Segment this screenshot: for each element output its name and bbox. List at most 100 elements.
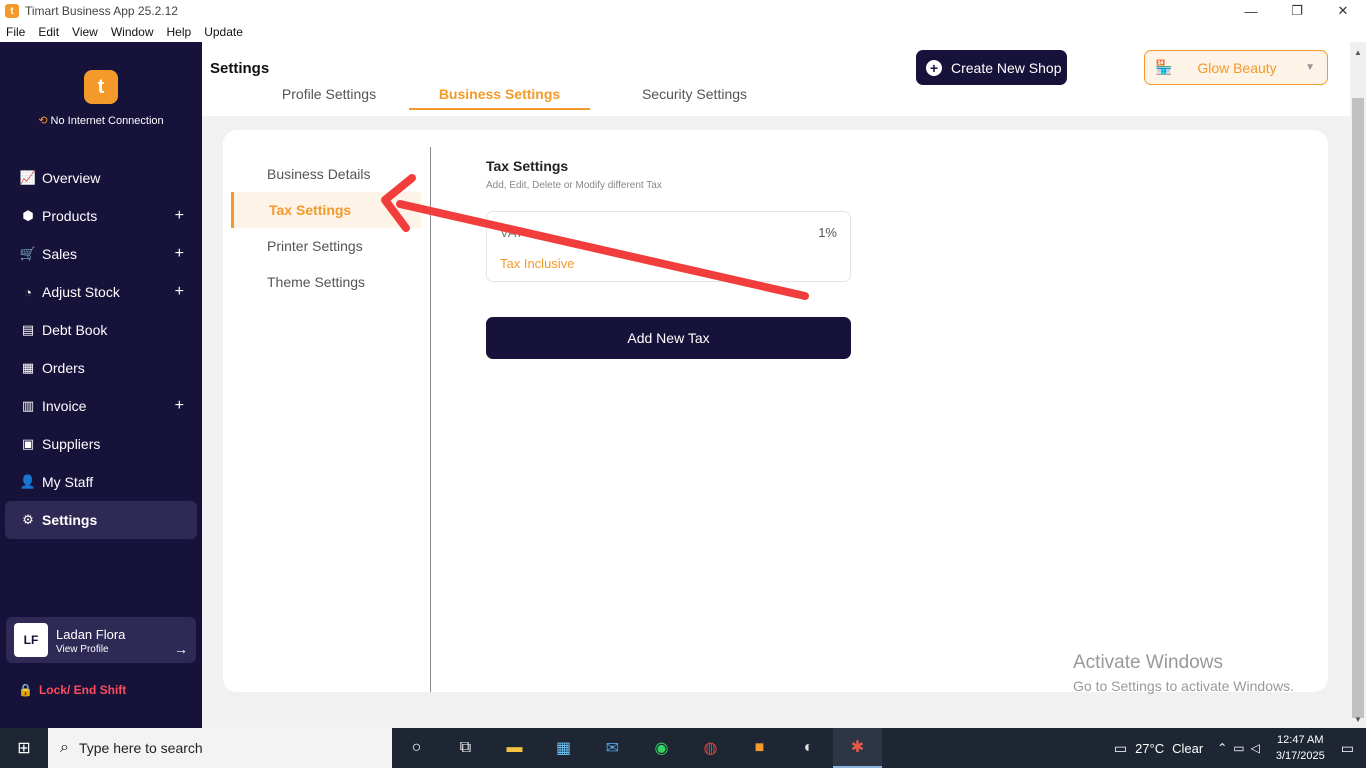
tab-profile-settings[interactable]: Profile Settings xyxy=(254,86,404,110)
menu-window[interactable]: Window xyxy=(111,25,154,39)
shop-selector[interactable]: 🏪 Glow Beauty ▼ xyxy=(1144,50,1328,85)
sidebar-item-invoice[interactable]: ▥ Invoice + xyxy=(0,387,202,425)
taskbar-search[interactable]: ⌕ Type here to search xyxy=(48,728,392,768)
tax-item-card[interactable]: VAT 1% Tax Inclusive xyxy=(486,211,851,282)
cortana-icon[interactable]: ○ xyxy=(392,728,441,768)
lock-end-shift-button[interactable]: 🔒 Lock/ End Shift xyxy=(18,683,126,697)
paint-icon[interactable]: ◐ xyxy=(784,728,833,768)
avatar: LF xyxy=(14,623,48,657)
plus-circle-icon: + xyxy=(926,59,942,76)
view-profile-link[interactable]: View Profile xyxy=(56,644,109,655)
create-new-shop-button[interactable]: + Create New Shop xyxy=(916,50,1067,85)
brand-logo-icon: t xyxy=(84,70,118,104)
vertical-divider xyxy=(430,147,431,692)
taskbar: ⊞ ⌕ Type here to search ○ ⧉ ▬ ▦ ✉ ◉ ◍ ■ … xyxy=(0,728,1366,768)
tab-security-settings[interactable]: Security Settings xyxy=(617,86,772,110)
tax-name: VAT xyxy=(500,225,524,240)
sidebar-item-orders[interactable]: ▦ Orders xyxy=(0,349,202,387)
sidebar-item-debt-book[interactable]: ▤ Debt Book xyxy=(0,311,202,349)
close-button[interactable]: ✕ xyxy=(1320,0,1366,22)
tax-rate: 1% xyxy=(818,225,837,240)
search-icon: ⌕ xyxy=(60,739,69,756)
sidebar-item-label: Invoice xyxy=(42,398,87,414)
tax-type: Tax Inclusive xyxy=(500,256,575,271)
minimize-button[interactable]: — xyxy=(1228,0,1274,22)
system-tray: ▭ 27°C Clear ⌃▭◁ 12:47 AM 3/17/2025 ▭ xyxy=(1114,728,1366,768)
menu-bar: File Edit View Window Help Update xyxy=(0,22,1366,42)
clipboard-icon: ▦ xyxy=(21,360,35,375)
submenu-theme-settings[interactable]: Theme Settings xyxy=(231,264,421,300)
menu-update[interactable]: Update xyxy=(204,25,243,39)
tab-business-settings[interactable]: Business Settings xyxy=(409,86,590,110)
scroll-up-icon[interactable]: ▲ xyxy=(1354,48,1362,57)
sidebar-item-products[interactable]: ⬢ Products + xyxy=(0,197,202,235)
sidebar-item-settings[interactable]: ⚙ Settings xyxy=(5,501,197,539)
file-explorer-icon[interactable]: ▬ xyxy=(490,728,539,768)
expand-icon[interactable]: + xyxy=(175,207,184,225)
sidebar-item-label: Overview xyxy=(42,170,101,186)
add-new-tax-button[interactable]: Add New Tax xyxy=(486,317,851,359)
weather-icon[interactable]: ▭ xyxy=(1114,740,1127,757)
sidebar-item-sales[interactable]: 🛒 Sales + xyxy=(0,235,202,273)
sidebar-item-my-staff[interactable]: 👤 My Staff xyxy=(0,463,202,501)
sidebar-item-suppliers[interactable]: ▣ Suppliers xyxy=(0,425,202,463)
windows-start-icon[interactable]: ⊞ xyxy=(0,728,48,768)
search-placeholder: Type here to search xyxy=(78,740,203,756)
chrome-icon[interactable]: ◍ xyxy=(686,728,735,768)
id-card-icon: ▣ xyxy=(21,436,35,451)
invoice-icon: ▥ xyxy=(21,398,35,413)
restore-button[interactable]: ❐ xyxy=(1274,0,1320,22)
expand-icon[interactable]: + xyxy=(175,397,184,415)
menu-help[interactable]: Help xyxy=(167,25,192,39)
menu-view[interactable]: View xyxy=(72,25,98,39)
menu-file[interactable]: File xyxy=(6,25,25,39)
sidebar-item-label: Orders xyxy=(42,360,85,376)
pie-icon: ◔ xyxy=(24,284,32,300)
gear-icon: ⚙ xyxy=(22,512,34,527)
vertical-scrollbar[interactable]: ▲ ▼ xyxy=(1350,42,1366,728)
arrow-right-icon[interactable]: → xyxy=(174,641,188,657)
connection-status-text: No Internet Connection xyxy=(50,115,164,127)
page-title: Settings xyxy=(210,60,270,77)
sidebar-nav: 📈 Overview ⬢ Products + 🛒 Sales + ◔ Adju… xyxy=(0,159,202,539)
sidebar-item-label: Suppliers xyxy=(42,436,101,452)
whatsapp-icon[interactable]: ◉ xyxy=(637,728,686,768)
sidebar-item-label: Adjust Stock xyxy=(42,284,120,300)
timart-icon[interactable]: ■ xyxy=(735,728,784,768)
sidebar-item-overview[interactable]: 📈 Overview xyxy=(0,159,202,197)
tray-icons[interactable]: ⌃▭◁ xyxy=(1217,741,1266,755)
sidebar-item-adjust-stock[interactable]: ◔ Adjust Stock + xyxy=(0,273,202,311)
submenu-printer-settings[interactable]: Printer Settings xyxy=(231,228,421,264)
sidebar: t ⟲ No Internet Connection 📈 Overview ⬢ P… xyxy=(0,42,202,728)
scroll-down-icon[interactable]: ▼ xyxy=(1354,715,1362,724)
notification-icon[interactable]: ▭ xyxy=(1341,740,1354,757)
lock-end-shift-label: Lock/ End Shift xyxy=(38,683,127,697)
sidebar-item-label: Settings xyxy=(42,512,98,528)
profile-card[interactable]: LF Ladan Flora View Profile → xyxy=(6,617,196,663)
window-title: Timart Business App 25.2.12 xyxy=(25,4,178,18)
shop-name: Glow Beauty xyxy=(1197,59,1277,76)
submenu-tax-settings[interactable]: Tax Settings xyxy=(231,192,421,228)
connection-status: ⟲ No Internet Connection xyxy=(0,114,202,127)
menu-edit[interactable]: Edit xyxy=(38,25,59,39)
window-controls: — ❐ ✕ xyxy=(1228,0,1366,22)
weather-condition[interactable]: Clear xyxy=(1172,741,1203,756)
scroll-thumb[interactable] xyxy=(1352,98,1364,718)
app-logo-icon: t xyxy=(5,4,19,18)
temperature[interactable]: 27°C xyxy=(1135,741,1164,756)
clock-date: 3/17/2025 xyxy=(1275,750,1325,762)
watermark-title: Activate Windows xyxy=(1073,652,1223,673)
expand-icon[interactable]: + xyxy=(175,245,184,263)
task-view-icon[interactable]: ⧉ xyxy=(441,728,490,768)
store-icon[interactable]: ▦ xyxy=(539,728,588,768)
expand-icon[interactable]: + xyxy=(175,283,184,301)
cart-icon: 🛒 xyxy=(19,246,37,261)
clock[interactable]: 12:47 AM 3/17/2025 xyxy=(1276,732,1325,764)
box-icon: ⬢ xyxy=(22,208,34,223)
app-icon[interactable]: ✱ xyxy=(833,728,882,768)
tax-settings-subtitle: Add, Edit, Delete or Modify different Ta… xyxy=(486,180,662,191)
profile-name: Ladan Flora xyxy=(56,627,126,642)
activate-windows-watermark: Activate Windows Go to Settings to activ… xyxy=(1073,652,1294,694)
submenu-business-details[interactable]: Business Details xyxy=(231,156,421,192)
mail-icon[interactable]: ✉ xyxy=(588,728,637,768)
